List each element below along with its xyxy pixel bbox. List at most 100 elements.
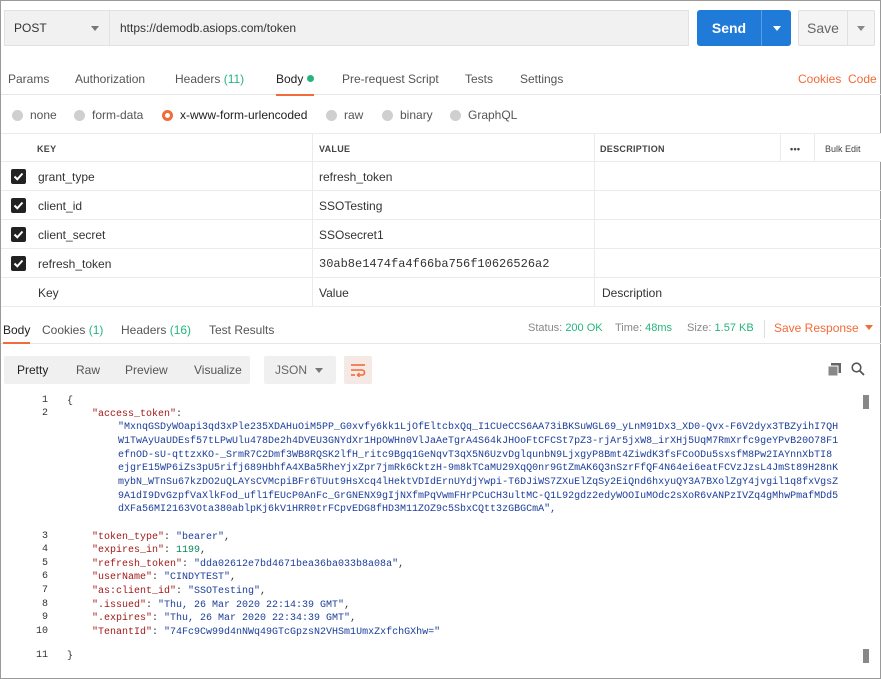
time-label: Time: — [615, 322, 643, 334]
response-tab-body[interactable]: Body — [3, 323, 31, 344]
tab-headers[interactable]: Headers (11) — [175, 72, 244, 86]
checkbox-checked[interactable] — [11, 256, 26, 271]
send-button[interactable]: Send — [697, 10, 761, 46]
line-number: 11 — [35, 650, 48, 661]
tab-label: Settings — [520, 72, 564, 86]
app-window: POST https://demodb.asiops.com/token Sen… — [0, 0, 881, 679]
description-input[interactable]: Description — [602, 278, 662, 307]
size-label: Size: — [687, 322, 712, 334]
json-line: "as:client_id": "SSOTesting", — [92, 586, 267, 597]
wrap-lines-button[interactable] — [344, 356, 372, 384]
save-options-button[interactable] — [848, 11, 874, 45]
json-key: "TenantId" — [92, 627, 153, 638]
radio-form-data[interactable]: form-data — [74, 108, 143, 122]
http-method-select[interactable]: POST — [4, 10, 109, 46]
copy-icon[interactable] — [827, 363, 841, 379]
radio-x-www-form-urlencoded[interactable]: x-www-form-urlencoded — [162, 108, 307, 122]
json-token-line: dXFa56MI2163VOta380ablpKj6kV1HRR0trFCpvE… — [118, 504, 557, 515]
json-line: "userName": "CINDYTEST", — [92, 572, 237, 583]
json-line: "token_type": "bearer", — [92, 532, 231, 543]
key-cell[interactable]: client_secret — [38, 220, 105, 249]
value-cell[interactable]: SSOTesting — [319, 191, 382, 220]
format-value: JSON — [275, 363, 308, 377]
chevron-down-icon — [772, 25, 781, 31]
view-tab-pretty[interactable]: Pretty — [17, 363, 48, 377]
radio-raw[interactable]: raw — [326, 108, 363, 122]
divider — [764, 320, 765, 338]
json-key: "access_token" — [92, 409, 177, 420]
tab-tests[interactable]: Tests — [465, 72, 493, 86]
key-input[interactable]: Key — [38, 278, 59, 307]
chevron-down-icon — [91, 26, 99, 31]
column-divider — [594, 162, 595, 190]
json-token-line: W1TwAyUaUDEsf57tLPwUlu478De2h4DVEU3GNYdX… — [118, 436, 839, 447]
view-tab-raw[interactable]: Raw — [76, 363, 100, 377]
table-row: grant_type refresh_token — [1, 162, 881, 191]
chevron-down-icon — [857, 25, 865, 31]
cookies-link[interactable]: Cookies — [798, 72, 841, 86]
checkbox-checked[interactable] — [11, 227, 26, 242]
response-tab-test-results[interactable]: Test Results — [209, 323, 274, 337]
format-select[interactable]: JSON — [264, 356, 336, 384]
value-cell[interactable]: SSOsecret1 — [319, 220, 384, 249]
json-value: "CINDYTEST" — [164, 572, 231, 583]
response-body-viewer[interactable]: 1 2 3 4 5 6 7 8 9 10 11 { "access_token"… — [1, 394, 881, 664]
radio-label: x-www-form-urlencoded — [180, 108, 308, 122]
json-key: "refresh_token" — [92, 559, 183, 570]
response-tabs: Body Cookies (1) Headers (16) Test Resul… — [1, 312, 881, 344]
more-options-icon[interactable]: ••• — [790, 134, 800, 163]
json-token-line: ejgrE15WP6iZs3pU5rifj689HbhfA4XBa5RheYjx… — [118, 463, 839, 474]
save-button[interactable]: Save — [799, 11, 848, 45]
checkbox-checked[interactable] — [11, 169, 26, 184]
key-cell[interactable]: grant_type — [38, 162, 95, 191]
send-options-button[interactable] — [761, 10, 791, 46]
value-cell[interactable]: 30ab8e1474fa4f66ba756f10626526a2 — [319, 249, 549, 278]
view-tab-preview[interactable]: Preview — [125, 363, 168, 377]
radio-label: GraphQL — [468, 108, 518, 122]
line-number: 6 — [41, 571, 48, 582]
scrollbar-thumb[interactable] — [863, 649, 869, 663]
json-value: "Thu, 26 Mar 2020 22:14:39 GMT" — [158, 600, 345, 611]
json-value: 1199 — [176, 545, 201, 556]
tab-authorization[interactable]: Authorization — [75, 72, 145, 86]
json-key: "userName" — [92, 572, 153, 583]
radio-none[interactable]: none — [12, 108, 57, 122]
response-tab-cookies[interactable]: Cookies (1) — [42, 323, 103, 337]
json-value: "dda02612e7bd4671bea36ba033b8a08a" — [194, 559, 399, 570]
tab-settings[interactable]: Settings — [520, 72, 563, 86]
view-tab-visualize[interactable]: Visualize — [194, 363, 242, 377]
response-tab-headers[interactable]: Headers (16) — [121, 323, 191, 337]
json-line: "refresh_token": "dda02612e7bd4671bea36b… — [92, 559, 405, 570]
code-link[interactable]: Code — [848, 72, 877, 86]
tab-body[interactable]: Body — [276, 72, 315, 96]
value-cell[interactable]: refresh_token — [319, 162, 392, 191]
tab-params[interactable]: Params — [8, 72, 49, 86]
scrollbar-thumb[interactable] — [863, 395, 869, 409]
radio-icon — [326, 109, 337, 121]
url-input[interactable]: https://demodb.asiops.com/token — [109, 10, 689, 46]
column-header-value: VALUE — [319, 143, 351, 154]
line-number: 7 — [41, 585, 48, 596]
key-cell[interactable]: refresh_token — [38, 249, 111, 278]
column-divider — [312, 220, 313, 248]
request-url-bar: POST https://demodb.asiops.com/token — [4, 10, 689, 46]
search-icon[interactable] — [851, 362, 865, 379]
radio-binary[interactable]: binary — [382, 108, 433, 122]
radio-graphql[interactable]: GraphQL — [450, 108, 517, 122]
checkmark-icon — [13, 259, 24, 268]
tab-label: Cookies — [42, 323, 86, 337]
json-value: "SSOTesting" — [188, 586, 261, 597]
table-row-empty: Key Value Description — [1, 278, 881, 307]
body-params-table: KEY VALUE DESCRIPTION ••• Bulk Edit gran… — [1, 133, 881, 307]
bulk-edit-link[interactable]: Bulk Edit — [825, 134, 861, 163]
line-number: 5 — [41, 558, 48, 569]
key-cell[interactable]: client_id — [38, 191, 82, 220]
checkbox-checked[interactable] — [11, 198, 26, 213]
tab-pre-request-script[interactable]: Pre-request Script — [342, 72, 439, 86]
column-divider — [594, 191, 595, 219]
json-key: "as:client_id" — [92, 586, 177, 597]
save-response-button[interactable]: Save Response — [774, 321, 873, 335]
value-input[interactable]: Value — [319, 278, 349, 307]
json-key: ".expires" — [92, 613, 153, 624]
column-divider — [780, 134, 781, 161]
